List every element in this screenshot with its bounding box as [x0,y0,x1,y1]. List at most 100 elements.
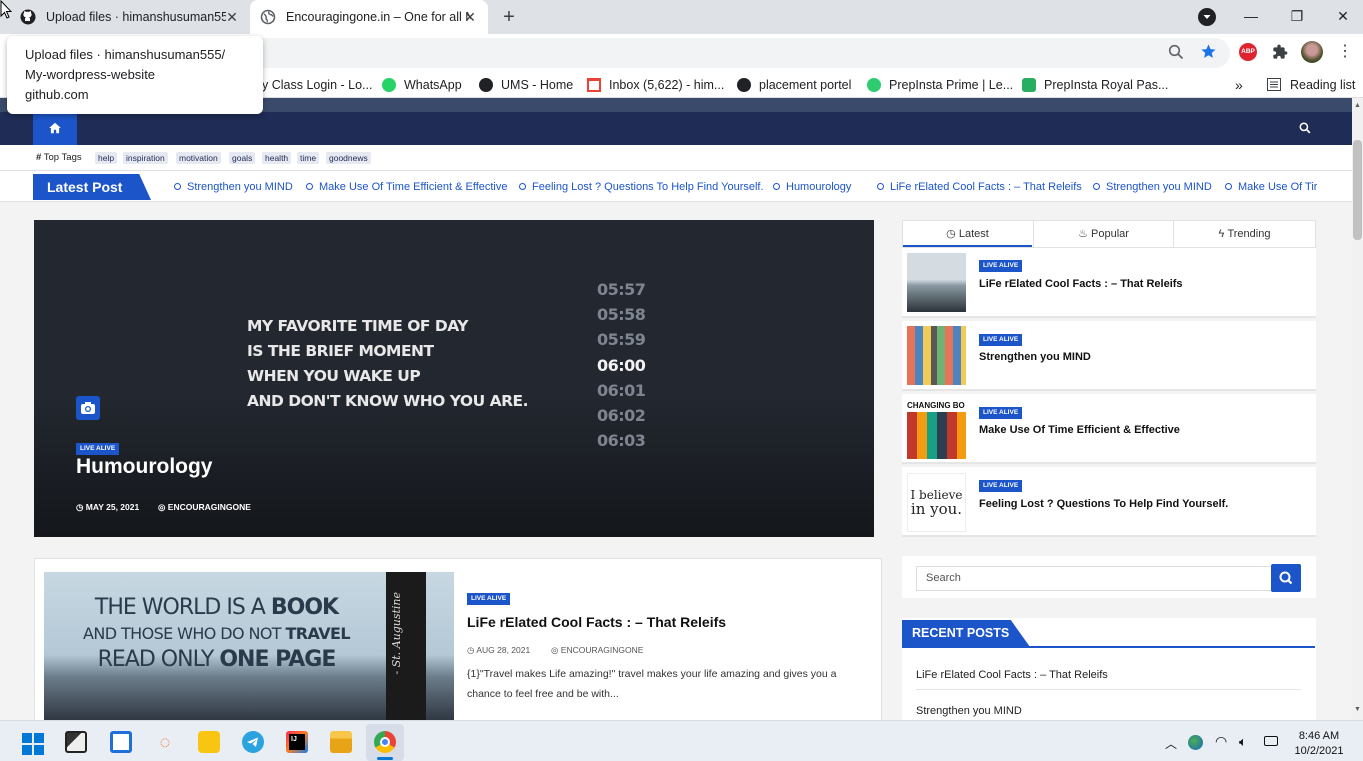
menu-kebab-icon[interactable]: ⋮ [1337,40,1353,64]
telegram-icon[interactable] [242,731,264,753]
sticky-notes-icon[interactable] [198,731,220,753]
show-hidden-icons-chevron-icon[interactable]: ︿ [1165,735,1177,752]
sidebar-post-title[interactable]: Feeling Lost ? Questions To Help Find Yo… [979,498,1228,510]
post-thumbnail[interactable] [907,253,966,312]
ticker-item[interactable]: Strengthen you MIND [1093,181,1212,193]
tag-goodnews[interactable]: goodnews [326,152,371,164]
category-badge[interactable]: LIVE ALIVE [979,334,1023,346]
tag-help[interactable]: help [95,152,118,164]
bookmark-whatsapp[interactable]: WhatsApp [382,71,462,98]
bookmark-label: UMS - Home [501,77,574,92]
tab-popular[interactable]: ♨ Popular [1033,221,1173,247]
chrome-icon[interactable] [374,731,396,753]
ticker-item[interactable]: Make Use Of Tir [1225,181,1317,193]
network-globe-icon[interactable] [1188,735,1203,750]
reading-list-button[interactable]: Reading list [1267,71,1355,98]
widgets-icon[interactable] [110,731,132,753]
featured-title[interactable]: Humourology [76,455,213,479]
battery-icon[interactable] [1264,736,1278,746]
bookmark-prepinsta-royal[interactable]: PrepInsta Royal Pas... [1022,71,1168,98]
intellij-icon[interactable]: IJ [286,731,308,753]
scroll-up-arrow-icon[interactable]: ▲ [1354,102,1361,109]
category-badge[interactable]: LIVE ALIVE [76,443,120,455]
category-badge[interactable]: LIVE ALIVE [979,260,1023,272]
clock-time: 05:58 [597,305,646,325]
tag-motivation[interactable]: motivation [176,152,221,164]
search-button[interactable] [1271,564,1301,592]
tab-hover-tooltip: Upload files · himanshusuman555/ My-word… [7,36,263,114]
close-tab-icon[interactable]: ✕ [224,9,240,25]
recent-post-link[interactable]: Strengthen you MIND [916,705,1022,717]
post-thumbnail[interactable]: I believe in you. [907,473,966,532]
bookmark-gmail-inbox[interactable]: Inbox (5,622) - him... [587,71,724,98]
category-badge[interactable]: LIVE ALIVE [979,480,1023,492]
sidebar-post-title[interactable]: Strengthen you MIND [979,351,1091,363]
adblock-icon[interactable]: ABP [1239,43,1257,61]
wifi-icon[interactable]: ◠ [1215,733,1227,750]
minimize-icon[interactable]: — [1236,5,1266,27]
bookmark-placement-portel[interactable]: placement portel [737,71,851,98]
task-view-icon[interactable] [65,731,87,753]
taskbar-clock[interactable]: 8:46 AM 10/2/2021 [1284,729,1354,759]
tab-label: Latest [958,228,989,240]
prepinsta-icon [867,77,881,92]
post-thumbnail[interactable]: CHANGING BO [907,400,966,459]
jupyter-icon[interactable]: ◌ [154,731,176,753]
tag-inspiration[interactable]: inspiration [123,152,168,164]
category-badge[interactable]: LIVE ALIVE [467,593,511,605]
sidebar-post-title[interactable]: Make Use Of Time Efficient & Effective [979,424,1180,436]
close-window-icon[interactable]: ✕ [1328,5,1358,27]
bookmark-label: PrepInsta Prime | Le... [889,77,1014,92]
tooltip-domain: github.com [25,87,89,102]
address-bar[interactable] [160,38,1230,68]
featured-author[interactable]: ◎ ENCOURAGINGONE [158,502,251,513]
tag-time[interactable]: time [297,152,320,164]
ticker-item[interactable]: Feeling Lost ? Questions To Help Find Yo… [519,181,764,193]
clock-icon: ◷ [76,502,84,512]
extensions-puzzle-icon[interactable] [1272,44,1288,60]
post-card-image[interactable]: - St. Augustine THE WORLD IS A BOOK AND … [44,572,454,722]
author-text: ENCOURAGINGONE [167,502,251,512]
tab-search-chevron-icon[interactable] [1198,8,1216,26]
circle-dot-icon [174,183,181,190]
recent-post-link[interactable]: LiFe rElated Cool Facts : – That Releifs [916,669,1108,681]
restore-icon[interactable]: ❐ [1282,5,1312,27]
windows-start-icon[interactable] [22,733,44,755]
site-search-icon[interactable] [1299,122,1311,134]
post-card-author[interactable]: ◎ ENCOURAGINGONE [551,645,643,656]
bookmark-ums-home[interactable]: UMS - Home [479,71,573,98]
ticker-item[interactable]: Strengthen you MIND [174,181,293,193]
quote-signature: - St. Augustine [390,592,403,675]
scrollbar-thumb[interactable] [1353,140,1362,240]
tab-latest[interactable]: ◷ Latest [903,221,1032,247]
scroll-down-arrow-icon[interactable]: ▼ [1354,706,1361,713]
bookmark-class-login[interactable]: y Class Login - Lo... [262,71,372,98]
ticker-item[interactable]: Make Use Of Time Efficient & Effective [306,181,508,193]
tab-github-upload[interactable]: Upload files · himanshusuman555 ✕ [0,0,250,34]
bookmarks-overflow-icon[interactable]: » [1235,71,1243,98]
ticker-item[interactable]: LiFe rElated Cool Facts : – That Releifs [877,181,1082,193]
volume-icon[interactable]: 🔈︎ [1239,734,1247,750]
post-thumbnail[interactable] [907,326,966,385]
post-card-title[interactable]: LiFe rElated Cool Facts : – That Releifs [467,614,726,630]
new-tab-plus-icon[interactable]: + [498,6,520,28]
zoom-icon[interactable] [1168,44,1184,60]
close-tab-icon[interactable]: ✕ [462,9,478,25]
ticker-item[interactable]: Humourology [773,181,851,193]
tab-trending[interactable]: ϟ Trending [1173,221,1315,247]
tab-encouragingone[interactable]: Encouragingone.in – One for all N ✕ [250,0,488,34]
bookmark-star-icon[interactable] [1200,43,1217,60]
sidebar-post-title[interactable]: LiFe rElated Cool Facts : – That Releifs [979,278,1183,290]
file-explorer-icon[interactable] [330,731,352,753]
circle-dot-icon [773,183,780,190]
circle-dot-icon [519,183,526,190]
tag-health[interactable]: health [262,152,292,164]
bookmark-prepinsta-prime[interactable]: PrepInsta Prime | Le... [867,71,1013,98]
tag-goals[interactable]: goals [229,152,256,164]
profile-avatar[interactable] [1301,41,1323,63]
category-badge[interactable]: LIVE ALIVE [979,407,1023,419]
clock-time: 05:57 [597,280,646,299]
image-quote-part: ONE PAGE [219,647,336,672]
search-input[interactable]: Search [916,566,1272,591]
home-button[interactable] [33,112,77,145]
